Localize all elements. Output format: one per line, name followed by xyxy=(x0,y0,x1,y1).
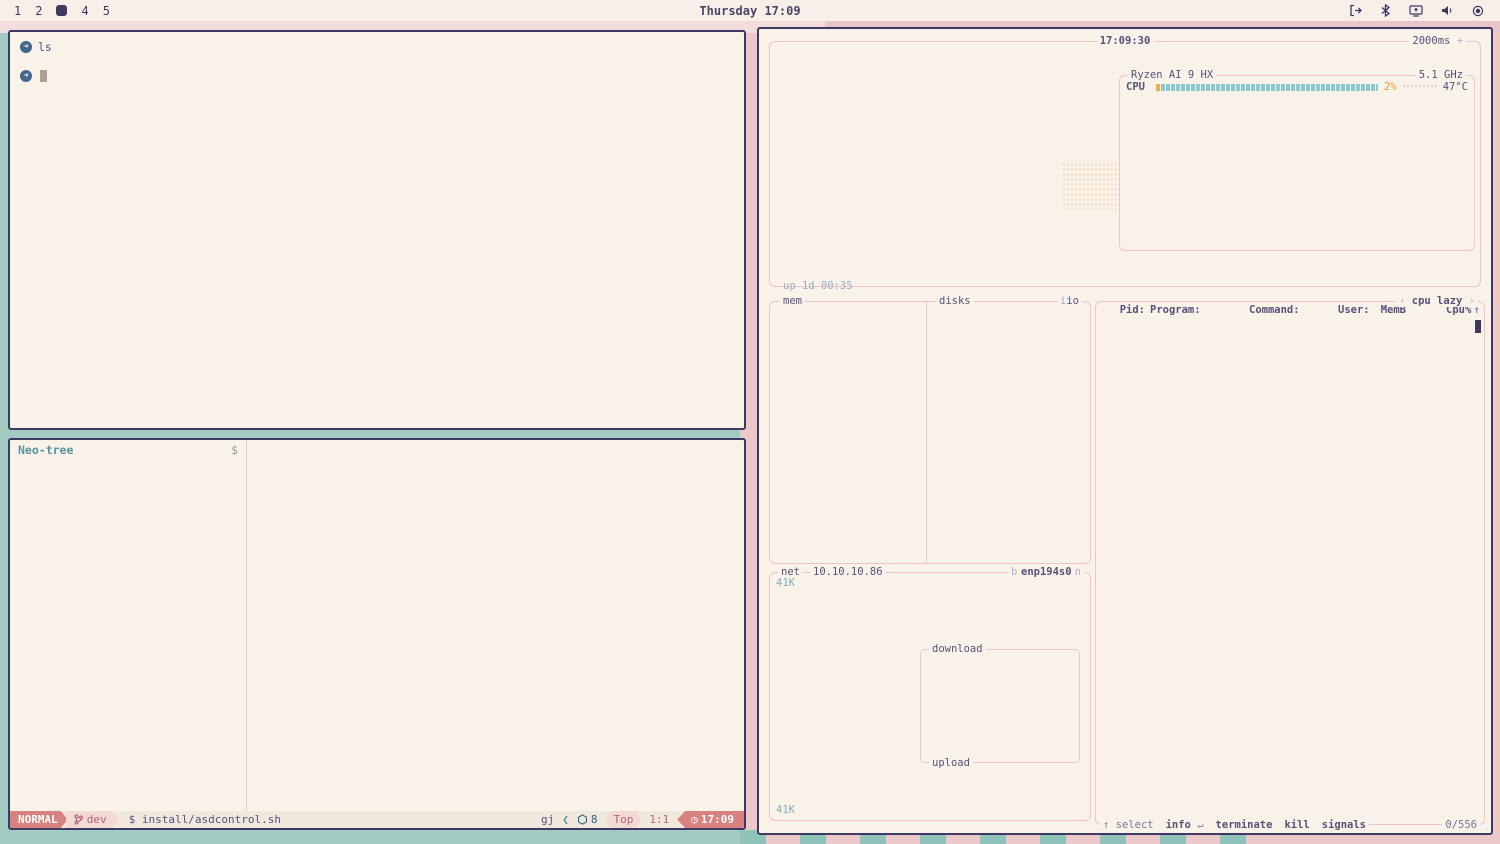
proc-kill-button[interactable]: kill xyxy=(1284,819,1309,831)
cpu-box: 17:09:30 2000ms + Ryzen AI 9 HX 5.1 GHz … xyxy=(769,41,1481,287)
disks-box-title: disks xyxy=(936,295,974,307)
record-icon[interactable] xyxy=(1472,5,1484,17)
proc-header-command[interactable]: Command: xyxy=(1249,304,1338,316)
proc-info-button[interactable]: info ↵ xyxy=(1166,819,1204,831)
neotree-corner: $ xyxy=(231,443,238,454)
upload-title: upload xyxy=(929,757,973,769)
cpu-temperature: 47°C xyxy=(1443,81,1468,93)
workspace-1[interactable]: 1 xyxy=(14,4,21,18)
net-interface: enp194s0 xyxy=(1018,566,1075,578)
volume-icon[interactable] xyxy=(1441,4,1454,17)
bluetooth-icon[interactable] xyxy=(1380,4,1391,17)
terminal-cursor xyxy=(40,70,47,82)
disks-io-toggle[interactable]: iio xyxy=(1057,295,1082,307)
net-ip-address: 10.10.10.86 xyxy=(810,566,886,578)
terminal-window[interactable]: ➜ ls ➜ xyxy=(8,30,746,430)
statusline-reg: gj xyxy=(541,813,554,826)
chevron-left-icon: ❮ xyxy=(562,813,569,826)
mode-badge: NORMAL xyxy=(10,811,68,828)
hexagon-icon xyxy=(577,814,588,825)
update-interval[interactable]: 2000ms + xyxy=(1409,35,1466,47)
workspace-5[interactable]: 5 xyxy=(103,4,110,18)
proc-header-pid[interactable]: Pid: xyxy=(1100,304,1150,316)
workspace-active-indicator[interactable] xyxy=(56,5,67,16)
mem-box-title: mem xyxy=(780,295,805,307)
harpoon-indicator: 8 xyxy=(577,813,598,826)
workspace-2[interactable]: 2 xyxy=(35,4,42,18)
editor-panel[interactable] xyxy=(247,440,744,811)
topbar-clock: Thursday 17:09 xyxy=(699,4,800,18)
cpu-total-percent: 2% xyxy=(1384,81,1397,93)
cpu-frequency: 5.1 GHz xyxy=(1416,69,1466,81)
process-box: ‹ cpu lazy › Pid: Program: Command: User… xyxy=(1095,301,1485,825)
top-bar: 12 4 5 Thursday 17:09 xyxy=(0,0,1500,21)
btop-window[interactable]: 17:09:30 2000ms + Ryzen AI 9 HX 5.1 GHz … xyxy=(757,27,1493,835)
nvim-window[interactable]: Neo-tree $ NORMAL dev $ install/asdcontr… xyxy=(8,438,746,830)
uptime: up 1d 00:35 xyxy=(783,280,853,292)
net-stats-panel: download upload xyxy=(920,649,1080,763)
workspace-4[interactable]: 4 xyxy=(81,4,88,18)
download-title: download xyxy=(929,643,986,655)
statusline-clock-badge: ◷17:09 xyxy=(677,811,744,828)
statusline: NORMAL dev $ install/asdcontrol.sh gj ❮ … xyxy=(10,811,744,828)
net-box-title: net xyxy=(778,566,803,578)
system-tray xyxy=(1349,4,1500,17)
prompt-arrow-icon: ➜ xyxy=(20,70,32,82)
buffer-tabs xyxy=(247,440,744,456)
shell-prompt: ➜ ls xyxy=(20,40,734,53)
git-branch-icon xyxy=(74,814,83,825)
git-branch-badge: dev xyxy=(66,811,119,828)
shell-prompt[interactable]: ➜ xyxy=(20,70,734,83)
proc-signals-button[interactable]: signals xyxy=(1322,819,1366,831)
net-scale-bottom: 41K xyxy=(776,804,795,816)
proc-select-hint: select xyxy=(1116,819,1154,831)
screenshare-icon[interactable] xyxy=(1409,4,1423,17)
proc-footer: ↑ select info ↵ terminate kill signals xyxy=(1100,819,1369,831)
net-next-iface[interactable]: n xyxy=(1072,566,1084,578)
logout-icon[interactable] xyxy=(1349,4,1362,17)
cpu-total-meter xyxy=(1156,84,1378,91)
network-box: net 10.10.10.86 b enp194s0 n 41K 41K dow… xyxy=(769,572,1091,821)
cpu-graph-decoration xyxy=(1062,162,1118,210)
cursor-position: 1:1 xyxy=(649,813,669,826)
net-scale-top: 41K xyxy=(776,577,795,589)
cpu-model: Ryzen AI 9 HX xyxy=(1128,69,1216,81)
workspace-switcher: 12 4 5 xyxy=(0,4,220,18)
neotree-title: Neo-tree xyxy=(18,443,73,454)
proc-header-user[interactable]: User: xyxy=(1338,304,1371,316)
ls-header xyxy=(20,57,734,69)
shell-command: ls xyxy=(38,40,52,54)
proc-scrollbar-thumb[interactable] xyxy=(1475,320,1481,333)
prompt-arrow-icon: ➜ xyxy=(20,41,32,53)
proc-sort-selector[interactable]: ‹ cpu lazy › xyxy=(1396,295,1478,307)
memory-box: mem disks iio xyxy=(769,301,1091,564)
btop-clock: 17:09:30 xyxy=(1097,35,1154,47)
proc-terminate-button[interactable]: terminate xyxy=(1216,819,1273,831)
clock-icon: ◷ xyxy=(691,812,698,827)
cpu-core-panel: Ryzen AI 9 HX 5.1 GHz CPU 2% 47°C xyxy=(1119,75,1475,251)
statusline-filename: $ install/asdcontrol.sh xyxy=(129,813,281,826)
proc-count: 0/556 xyxy=(1442,819,1480,831)
neotree-panel: Neo-tree $ xyxy=(10,440,247,811)
code-area[interactable] xyxy=(247,456,744,811)
proc-header-program[interactable]: Program: xyxy=(1150,304,1249,316)
cpu-total-row: CPU 2% 47°C xyxy=(1126,81,1468,93)
scroll-position-badge: Top xyxy=(606,811,642,828)
